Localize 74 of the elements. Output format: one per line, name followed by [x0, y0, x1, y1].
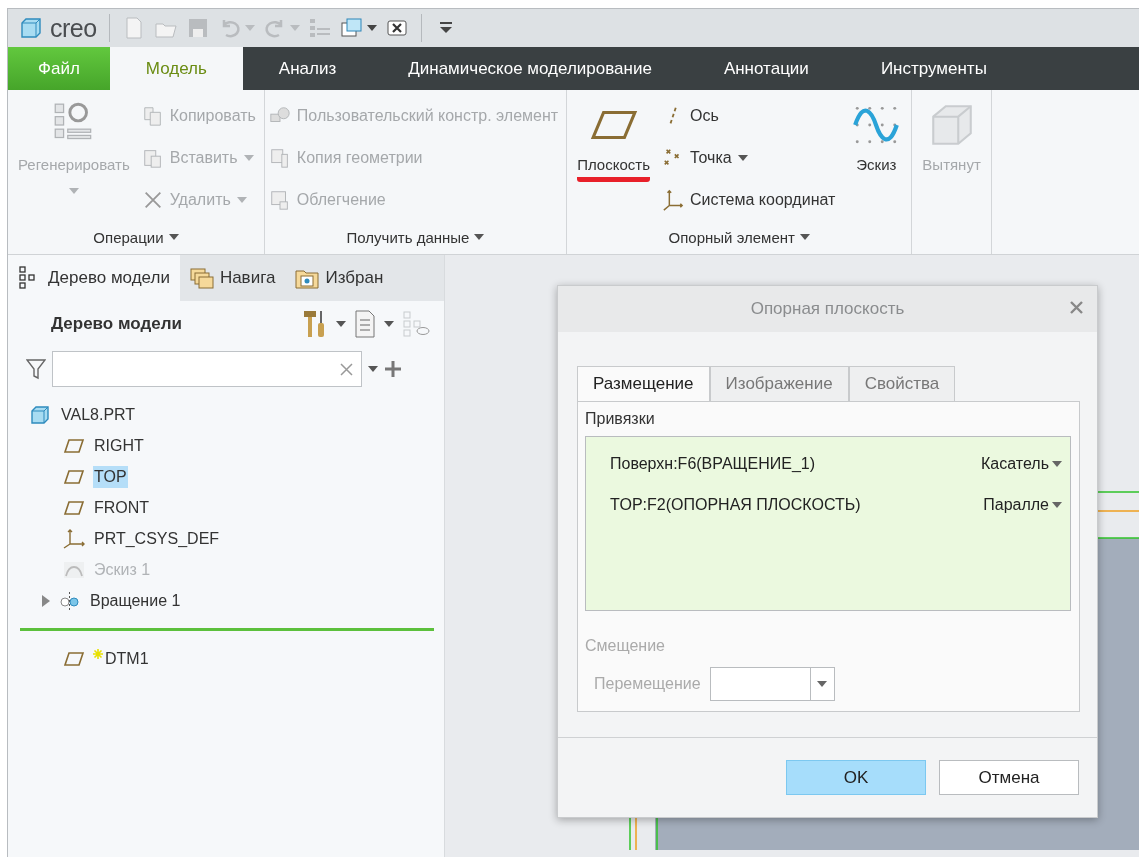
section-label: Смещение — [585, 637, 666, 655]
caret-icon — [817, 681, 828, 687]
tree-item[interactable]: PRT_CSYS_DEF — [93, 527, 221, 550]
group-label[interactable]: Опорный элемент — [567, 220, 912, 254]
ribbon-button[interactable]: Система координат — [661, 180, 840, 220]
tree-item[interactable]: VAL8.PRT — [60, 403, 137, 426]
cube-icon — [20, 17, 42, 39]
search-field[interactable] — [52, 351, 362, 387]
caret-icon — [799, 234, 810, 240]
field-label: Перемещение — [594, 675, 701, 693]
caret-icon — [168, 234, 179, 240]
cancel-button[interactable]: Отмена — [939, 760, 1079, 795]
caret-icon — [336, 321, 346, 327]
caret-icon — [737, 155, 748, 161]
ribbon-tab[interactable]: Модель — [109, 47, 243, 90]
frame-icon — [268, 189, 291, 211]
panel-title: Дерево модели — [51, 314, 183, 334]
clear-icon[interactable] — [340, 362, 353, 376]
ribbon-button[interactable]: Точка — [661, 138, 840, 178]
arc-icon — [63, 559, 85, 580]
constraint-dropdown[interactable]: Паралле — [983, 495, 1062, 514]
folders-icon — [189, 266, 214, 290]
caret-icon — [236, 197, 247, 203]
panel-tab[interactable]: Навига — [179, 255, 286, 301]
caret-icon — [474, 234, 485, 240]
caret-icon — [68, 188, 79, 194]
axes-icon — [63, 528, 85, 549]
panel-tab[interactable]: Дерево модели — [8, 255, 180, 301]
reference-item[interactable]: Поверхн:F6(ВРАЩЕНИЕ_1) — [610, 454, 816, 473]
expand-icon[interactable] — [41, 594, 51, 607]
cube-icon — [30, 404, 52, 425]
ribbon-tab[interactable]: Аннотации — [687, 47, 845, 90]
constraint-dropdown[interactable]: Касатель — [981, 454, 1062, 473]
caret-icon — [1052, 460, 1062, 467]
ribbon-button[interactable]: Эскиз — [845, 96, 908, 220]
ok-button[interactable]: OK — [786, 760, 926, 795]
caret-icon — [368, 366, 378, 372]
section-label: Привязки — [585, 410, 656, 428]
group-label[interactable]: Получить данные — [264, 220, 567, 254]
app-logo: creo — [50, 13, 97, 43]
ribbon-button[interactable]: Ось — [661, 96, 840, 136]
tree-icon[interactable] — [402, 310, 430, 338]
ribbon-tab[interactable]: Динамическое моделирование — [372, 47, 688, 90]
tree-item[interactable]: RIGHT — [93, 434, 145, 457]
clipboard-icon — [141, 147, 164, 169]
list-icon[interactable] — [354, 310, 376, 338]
translation-dropdown[interactable] — [709, 667, 835, 701]
caret-icon — [289, 25, 300, 31]
dialog-tab[interactable]: Изображение — [709, 366, 849, 402]
caret-icon — [244, 25, 255, 31]
tree-item[interactable]: Вращение 1 — [89, 589, 182, 612]
axes-icon — [661, 189, 684, 211]
caret-icon — [384, 321, 394, 327]
ribbon-tab[interactable]: Анализ — [242, 47, 373, 90]
documents-icon — [141, 105, 164, 127]
caret-icon — [1052, 501, 1062, 508]
tree-item[interactable]: TOP — [93, 465, 128, 488]
dialog-tab[interactable]: Свойства — [848, 366, 956, 402]
reference-item[interactable]: TOP:F2(ОПОРНАЯ ПЛОСКОСТЬ) — [610, 495, 861, 514]
tree-item[interactable]: FRONT — [93, 496, 151, 519]
ribbon-button[interactable]: Плоскость — [571, 96, 656, 220]
ribbon-tab[interactable]: Инструменты — [844, 47, 1023, 90]
tree-item[interactable]: DTM1 — [104, 647, 150, 670]
filter-icon[interactable] — [26, 358, 46, 380]
windows-icon[interactable] — [339, 16, 364, 40]
plus-icon[interactable] — [384, 360, 402, 378]
panel-tab[interactable]: Избран — [285, 255, 394, 301]
caret-icon — [366, 25, 377, 31]
frame-icon — [268, 147, 291, 169]
caret-icon — [243, 155, 254, 161]
group-label[interactable]: Операции — [8, 220, 264, 254]
revolve-icon — [59, 590, 81, 611]
dialog-title: Опорная плоскость — [750, 299, 905, 319]
dialog-tab[interactable]: Размещение — [577, 366, 710, 402]
